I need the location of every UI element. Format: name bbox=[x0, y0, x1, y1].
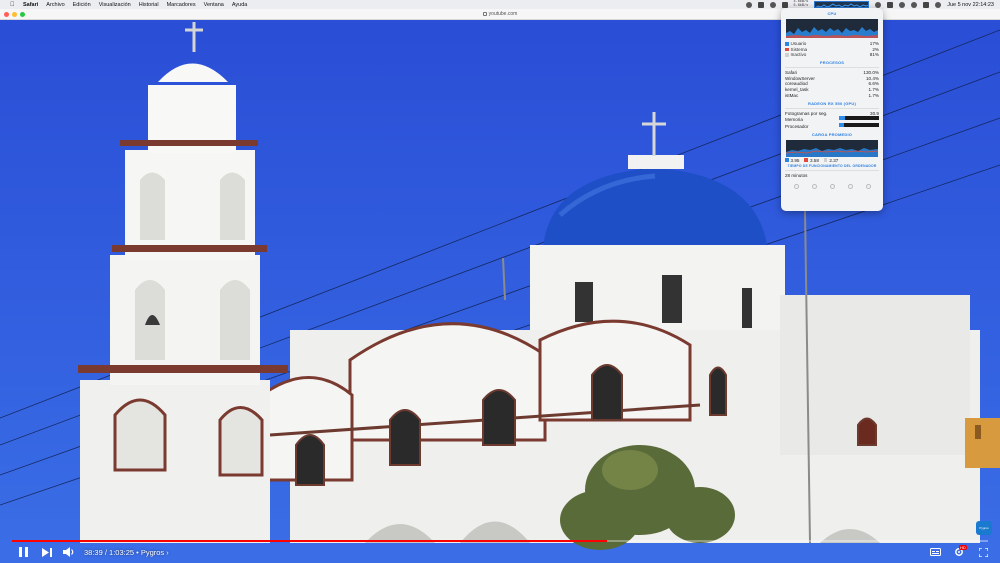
time-display[interactable]: 38:39 / 1:03:25 • Pygros › bbox=[84, 548, 169, 557]
bolt-icon[interactable] bbox=[757, 1, 764, 8]
load-header: CARGA PROMEDIO bbox=[811, 132, 853, 138]
progress-bar[interactable] bbox=[12, 540, 988, 542]
panel-icon-4[interactable] bbox=[847, 183, 853, 189]
processes-header: PROCESOS bbox=[819, 60, 845, 66]
gpu-processor-label: Procesador bbox=[785, 124, 809, 130]
load-15min: 2.37 bbox=[829, 157, 839, 163]
player-controls: 38:39 / 1:03:25 • Pygros › HD bbox=[0, 532, 1000, 563]
idle-swatch bbox=[785, 53, 789, 57]
gpu-processor-row: Procesador bbox=[781, 123, 883, 130]
menu-clock[interactable]: Jue 5 nov 22:14:23 bbox=[947, 2, 994, 8]
process-name: istMac bbox=[785, 92, 799, 98]
progress-bar-fill bbox=[12, 540, 608, 542]
pause-button[interactable] bbox=[14, 544, 32, 560]
panel-icon-3[interactable] bbox=[829, 183, 835, 189]
wifi-icon[interactable] bbox=[875, 1, 882, 8]
hd-badge: HD bbox=[959, 545, 967, 550]
istat-menus-panel: CPU Usuario 17% Sistema 2% Inactivo 81% … bbox=[781, 8, 883, 211]
settings-button[interactable]: HD bbox=[950, 544, 968, 560]
panel-icon-2[interactable] bbox=[811, 183, 817, 189]
control-center-icon[interactable] bbox=[923, 1, 930, 8]
menu-item-archivo[interactable]: Archivo bbox=[46, 2, 64, 8]
load-5min: 3.58 bbox=[809, 157, 819, 163]
apple-icon[interactable]:  bbox=[10, 2, 17, 8]
controls-right: HD bbox=[926, 544, 992, 560]
search-icon[interactable] bbox=[911, 1, 918, 8]
gpu-header: RADEON RX 550 (GPU) bbox=[807, 100, 857, 106]
pause-icon bbox=[18, 547, 28, 557]
subtitles-icon bbox=[929, 548, 941, 556]
cpu-idle-value: 81% bbox=[869, 52, 879, 58]
next-button[interactable] bbox=[38, 544, 56, 560]
process-value: 1.7% bbox=[868, 92, 879, 98]
fullscreen-button[interactable] bbox=[974, 544, 992, 560]
camera-icon[interactable] bbox=[745, 1, 752, 8]
battery-icon[interactable] bbox=[887, 1, 894, 8]
panel-icon-5[interactable] bbox=[865, 183, 871, 189]
load-1min: 3.95 bbox=[790, 157, 800, 163]
load-values: 3.95 3.58 2.37 bbox=[781, 157, 883, 163]
channel-badge-text: Pygros bbox=[979, 526, 989, 530]
sliders-icon[interactable] bbox=[781, 1, 788, 8]
eye-icon[interactable] bbox=[769, 1, 776, 8]
cpu-row-idle: Inactivo 81% bbox=[781, 52, 883, 58]
volume-icon bbox=[63, 547, 74, 557]
menu-item-visualizacion[interactable]: Visualización bbox=[99, 2, 131, 8]
menu-item-marcadores[interactable]: Marcadores bbox=[167, 2, 196, 8]
process-row[interactable]: istMac 1.7% bbox=[781, 93, 883, 99]
fullscreen-icon bbox=[978, 547, 988, 557]
gpu-memory-label: Memoria bbox=[785, 117, 803, 123]
subtitles-button[interactable] bbox=[926, 544, 944, 560]
lock-icon bbox=[482, 11, 487, 16]
gpu-processor-bar-fill bbox=[839, 123, 844, 128]
uptime-value: 28 minutos bbox=[785, 173, 808, 179]
menu-item-edicion[interactable]: Edición bbox=[73, 2, 91, 8]
gpu-memory-bar bbox=[839, 116, 879, 121]
cpu-graph-icon[interactable] bbox=[814, 1, 870, 8]
cpu-idle-label: Inactivo bbox=[790, 52, 807, 58]
uptime-header: TIEMPO DE FUNCIONAMIENTO DEL ORDENADOR bbox=[787, 164, 877, 169]
menu-app-name[interactable]: Safari bbox=[23, 2, 38, 8]
system-swatch bbox=[785, 47, 789, 52]
user-swatch bbox=[785, 42, 789, 46]
panel-footer-icons bbox=[781, 183, 883, 189]
volume-icon[interactable] bbox=[899, 1, 906, 8]
menu-item-historial[interactable]: Historial bbox=[139, 2, 159, 8]
gpu-processor-bar bbox=[839, 123, 879, 128]
panel-icon-1[interactable] bbox=[793, 183, 799, 189]
cpu-history-graph bbox=[786, 19, 878, 38]
cpu-header: CPU bbox=[827, 11, 837, 16]
siri-icon[interactable] bbox=[935, 1, 942, 8]
controls-row: 38:39 / 1:03:25 • Pygros › HD bbox=[0, 544, 1000, 560]
address-text: youtube.com bbox=[488, 11, 518, 17]
volume-button[interactable] bbox=[60, 544, 78, 560]
gpu-memory-bar-fill bbox=[839, 116, 845, 121]
menu-item-ayuda[interactable]: Ayuda bbox=[232, 2, 248, 8]
uptime-row: 28 minutos bbox=[781, 173, 883, 179]
gpu-memory-row: Memoria bbox=[781, 116, 883, 123]
load-graph bbox=[786, 140, 878, 158]
next-icon bbox=[42, 547, 52, 557]
menu-item-ventana[interactable]: Ventana bbox=[204, 2, 224, 8]
